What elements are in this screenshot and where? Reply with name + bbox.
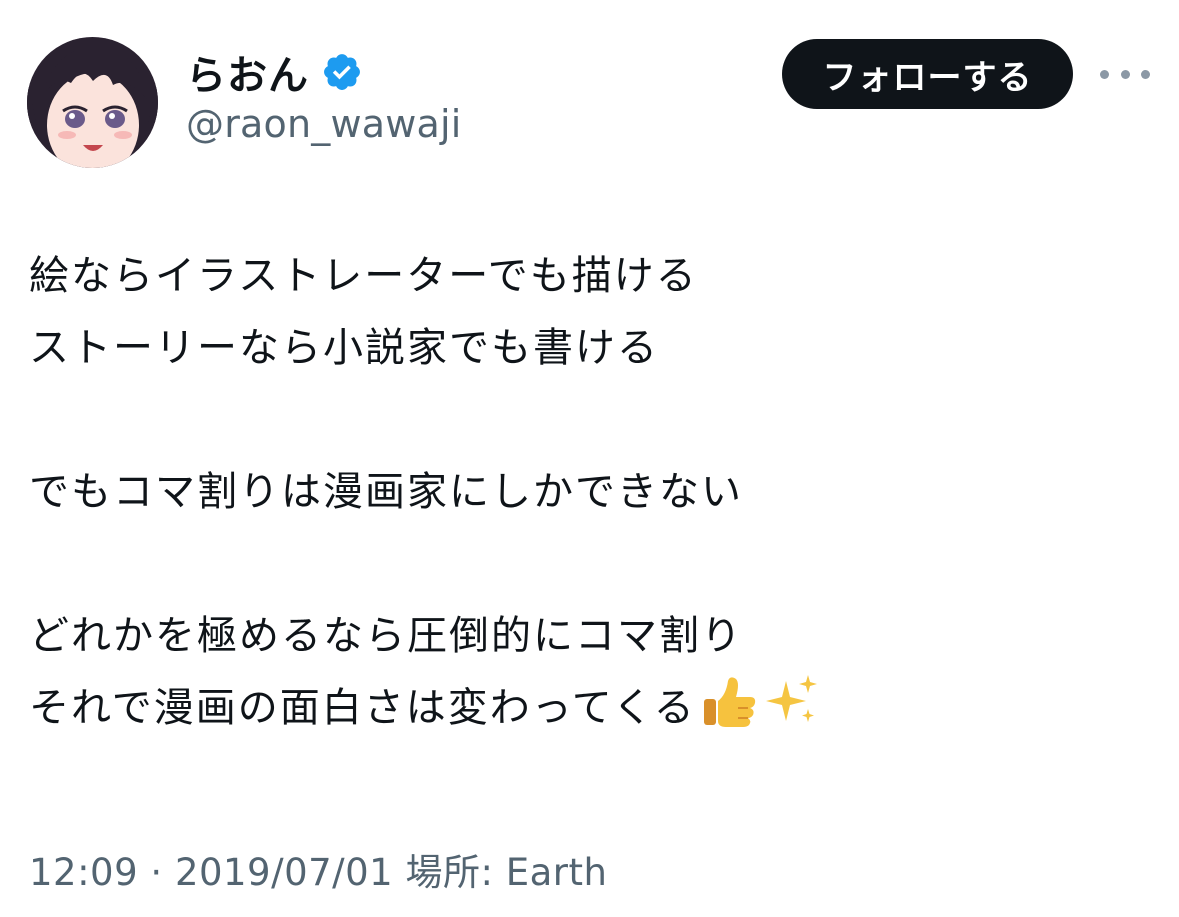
tweet-date[interactable]: 2019/07/01 [175,851,393,894]
display-name[interactable]: らおん [186,43,309,101]
tweet-header: らおん @raon_wawaji フォローする [0,0,1179,200]
follow-button[interactable]: フォローする [782,39,1073,109]
display-name-row: らおん [186,44,462,100]
tweet-text: 絵ならイラストレーターでも描ける ストーリーなら小説家でも書ける でもコマ割りは… [29,240,1149,744]
tweet-line: どれかを極めるなら圧倒的にコマ割り [29,613,743,659]
more-options-icon[interactable] [1100,62,1150,86]
more-dot [1120,69,1130,79]
user-info: らおん @raon_wawaji [186,44,462,146]
meta-separator: · [138,851,175,894]
tweet-line: 絵ならイラストレーターでも描ける [29,253,698,299]
tweet-last-line: それで漫画の面白さは変わってくる [29,672,1149,744]
more-dot [1141,69,1150,79]
tweet-metadata: 12:09 · 2019/07/01 場所: Earth [29,842,607,896]
tweet-location: 場所: Earth [393,851,608,894]
tweet-time[interactable]: 12:09 [29,851,138,894]
user-handle[interactable]: @raon_wawaji [186,102,462,146]
sparkles-emoji-icon [762,673,820,752]
more-dot [1100,69,1109,79]
tweet-line-text: それで漫画の面白さは変わってくる [29,685,696,731]
avatar[interactable] [27,37,158,168]
tweet-line: ストーリーなら小説家でも書ける [29,325,659,371]
verified-badge-icon[interactable] [321,51,363,93]
thumbs-up-emoji-icon [700,675,758,752]
tweet-line: でもコマ割りは漫画家にしかできない [29,469,743,515]
anime-girl-avatar-icon [27,37,158,168]
